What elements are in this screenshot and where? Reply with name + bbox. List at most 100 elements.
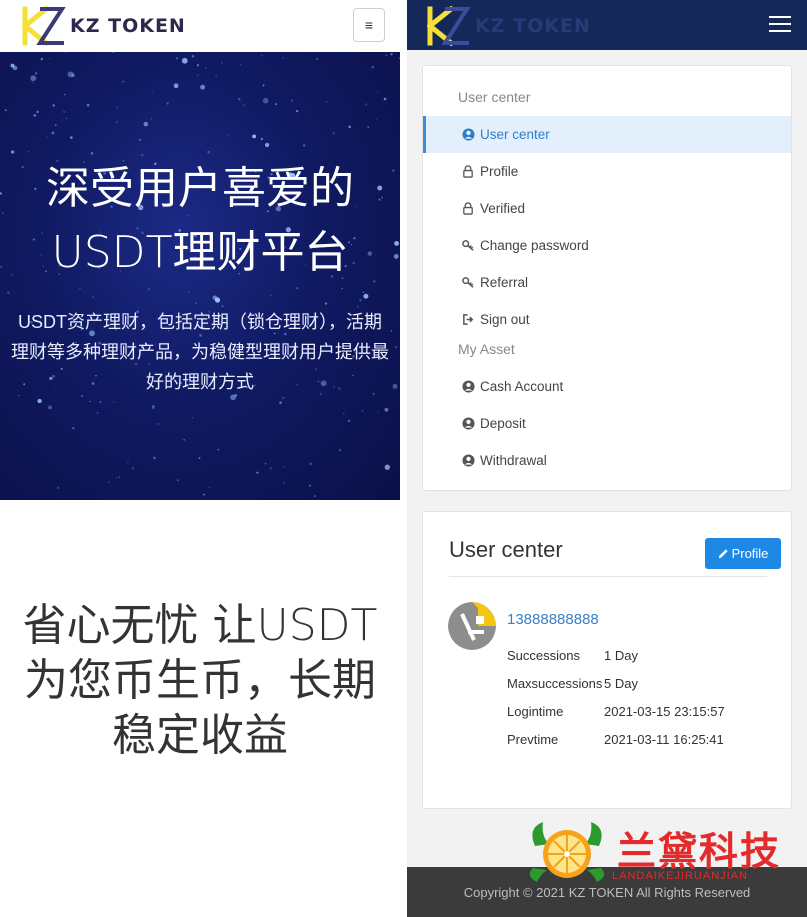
account-menu-card: User center User center Profile Verified… [422,65,792,491]
info-row-prevtime: Prevtime 2021-03-11 16:25:41 [507,732,724,747]
star-dot [202,493,205,496]
star-dot [220,61,223,64]
star-dot [207,150,210,154]
star-dot [256,471,259,474]
star-dot [192,417,194,419]
star-dot [34,72,38,75]
menu-item-change-password[interactable]: Change password [423,227,791,264]
info-key: Successions [507,648,580,663]
watermark-subtext: LANDAIKEJIRUANJIAN [612,870,748,882]
star-dot [181,57,188,64]
top-navbar: KZ TOKEN ≡ [0,0,400,52]
brand-logo[interactable]: KZ TOKEN [22,6,186,46]
hero-description: USDT资产理财，包括定期（锁仓理财），活期理财等多种理财产品，为稳健型理财用户… [11,312,389,392]
info-value: 5 Day [604,676,638,691]
star-dot [275,103,278,106]
key-icon [461,276,475,290]
hamburger-icon: ≡ [364,17,374,33]
menu-item-profile[interactable]: Profile [423,153,791,190]
star-dot [153,456,156,460]
star-dot [326,101,328,103]
star-dot [341,287,343,290]
star-dot [375,118,378,121]
star-dot [243,104,246,107]
brand-logo[interactable]: KZ TOKEN [427,6,591,46]
star-dot [176,57,178,60]
user-phone-link[interactable]: 13888888888 [507,611,599,628]
info-value: 2021-03-15 23:15:57 [604,704,725,719]
star-dot [32,81,34,84]
star-dot [282,482,285,484]
user-center-page: KZ TOKEN User center User center Profile… [407,0,807,917]
star-dot [269,467,272,470]
info-key: Prevtime [507,732,559,747]
lock-icon [461,202,475,216]
user-avatar-logo-icon [448,602,496,650]
avatar [448,602,496,650]
star-dot [57,486,60,489]
menu-item-user-center[interactable]: User center [423,116,791,153]
hero-title-line1: 深受用户喜爱的 [46,163,354,214]
slogan-heading: 省心无忧 让USDT为您币生币，长期稳定收益 [22,600,378,761]
star-dot [48,405,52,410]
star-dot [198,457,201,460]
star-dot [196,74,199,77]
star-dot [361,409,364,412]
star-dot [65,52,67,53]
menu-item-label: Cash Account [480,379,564,394]
star-dot [226,134,229,136]
hamburger-menu-button[interactable] [769,14,793,34]
star-dot [92,296,94,298]
star-dot [176,479,179,482]
star-dot [282,57,284,59]
menu-item-verified[interactable]: Verified [423,190,791,227]
star-dot [79,287,81,289]
star-dot [118,476,121,478]
menu-toggle-button[interactable]: ≡ [353,8,385,42]
divider [449,576,767,577]
star-dot [252,134,257,139]
star-dot [264,463,267,465]
user-circle-icon [461,380,475,394]
info-row-maxsuccessions: Maxsuccessions 5 Day [507,676,638,691]
star-dot [362,291,365,294]
info-row-logintime: Logintime 2021-03-15 23:15:57 [507,704,725,719]
star-dot [99,400,102,404]
kz-logo-icon [22,6,66,46]
star-dot [37,398,42,404]
star-dot [348,125,351,129]
menu-item-cash-account[interactable]: Cash Account [423,368,791,405]
hero-title: 深受用户喜爱的 USDT理财平台 [0,157,400,285]
star-dot [205,67,207,69]
key-icon [461,239,475,253]
star-dot [376,91,378,93]
star-dot [96,411,99,414]
star-dot [332,132,335,135]
kz-logo-icon [427,6,471,46]
star-dot [33,114,37,117]
menu-item-label: Change password [480,238,589,253]
star-dot [188,291,190,293]
star-dot [371,65,375,69]
star-dot [63,110,66,113]
menu-item-deposit[interactable]: Deposit [423,405,791,442]
menu-item-withdrawal[interactable]: Withdrawal [423,442,791,479]
star-dot [302,144,306,147]
star-dot [113,401,115,403]
profile-button[interactable]: Profile [705,538,781,569]
star-dot [11,150,15,154]
star-dot [122,80,125,83]
menu-item-label: Verified [480,201,526,216]
user-circle-icon [461,454,475,468]
copyright-text: Copyright © 2021 KZ TOKEN All Rights Res… [463,884,751,900]
hamburger-bar [769,16,791,18]
menu-item-sign-out[interactable]: Sign out [423,301,791,338]
star-dot [71,73,75,78]
user-center-title: User center [449,537,563,562]
brand-name: KZ TOKEN [475,15,591,37]
star-dot [390,53,393,56]
star-dot [51,131,55,135]
info-key: Logintime [507,704,564,719]
star-dot [151,406,155,410]
menu-item-referral[interactable]: Referral [423,264,791,301]
